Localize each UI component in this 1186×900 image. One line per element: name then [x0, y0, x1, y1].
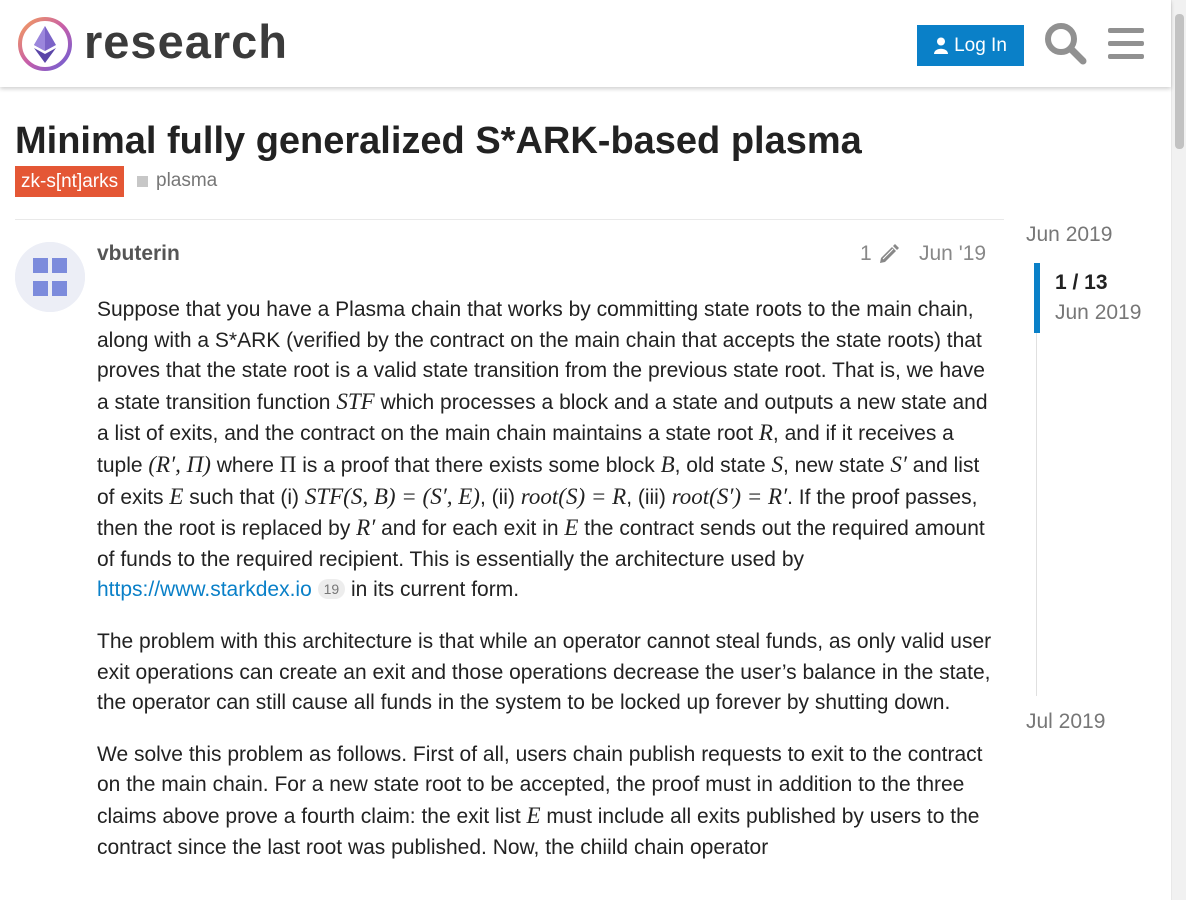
- math-expression: root(S′) = R′: [671, 483, 788, 509]
- math-expression: S: [771, 451, 784, 477]
- timeline-end-date[interactable]: Jul 2019: [1026, 709, 1105, 735]
- category-badge[interactable]: zk-s[nt]arks: [15, 166, 125, 197]
- site-logo-icon[interactable]: [15, 14, 75, 74]
- tag-label: plasma: [156, 170, 218, 191]
- post-paragraph: The problem with this architecture is th…: [97, 629, 992, 715]
- post-text: , (iii): [626, 485, 672, 509]
- avatar[interactable]: [15, 242, 85, 312]
- hamburger-menu-icon[interactable]: [1104, 20, 1148, 66]
- site-header: research Log In: [0, 0, 1171, 87]
- timeline-start-date[interactable]: Jun 2019: [1026, 222, 1112, 248]
- timeline-scroller-handle[interactable]: [1034, 263, 1040, 333]
- pencil-icon: [879, 244, 899, 263]
- page-scrollbar[interactable]: [1171, 0, 1186, 900]
- edit-count: 1: [860, 242, 872, 265]
- site-name[interactable]: research: [84, 14, 288, 70]
- post-paragraph: We solve this problem as follows. First …: [97, 740, 997, 863]
- math-expression: STF: [336, 388, 375, 414]
- post-date[interactable]: Jun '19: [919, 241, 986, 267]
- math-expression: S′: [890, 451, 907, 477]
- math-expression: STF(S, B) = (S′, E): [304, 483, 480, 509]
- post-paragraph: Suppose that you have a Plasma chain tha…: [97, 295, 997, 606]
- search-icon[interactable]: [1043, 20, 1087, 66]
- divider: [15, 219, 1004, 220]
- link-click-count: 19: [317, 579, 346, 600]
- math-expression: E: [564, 515, 579, 541]
- timeline-position: 1 / 13: [1055, 271, 1108, 294]
- post-body: Suppose that you have a Plasma chain tha…: [97, 295, 997, 884]
- post-text: where: [210, 453, 280, 477]
- post-text: , (ii): [479, 485, 521, 509]
- post-text: and for each exit in: [375, 517, 565, 541]
- math-expression: B: [660, 451, 675, 477]
- timeline-position-date: Jun 2019: [1055, 301, 1142, 324]
- math-expression: E: [526, 802, 541, 828]
- post-text: such that (i): [183, 485, 305, 509]
- tag-square-icon: [137, 175, 148, 187]
- starkdex-link[interactable]: https://www.starkdex.io: [97, 578, 312, 601]
- math-expression: root(S) = R: [520, 483, 627, 509]
- math-expression: Π: [279, 451, 297, 477]
- post-text: in its current form.: [345, 578, 520, 602]
- math-expression: R: [758, 420, 773, 446]
- math-expression: (R′, Π): [148, 451, 211, 477]
- post-text: is a proof that there exists some block: [296, 453, 661, 477]
- topic-tag[interactable]: plasma: [137, 168, 217, 194]
- login-button[interactable]: Log In: [917, 25, 1024, 66]
- post-author[interactable]: vbuterin: [97, 241, 180, 267]
- math-expression: R′: [356, 515, 376, 541]
- edit-history-button[interactable]: 1: [860, 241, 900, 267]
- post-text: , old state: [674, 453, 772, 477]
- post-text: , new state: [783, 453, 891, 477]
- scrollbar-thumb[interactable]: [1175, 14, 1184, 149]
- user-icon: [934, 37, 949, 54]
- math-expression: E: [169, 483, 184, 509]
- topic-title[interactable]: Minimal fully generalized S*ARK-based pl…: [15, 117, 862, 165]
- login-label: Log In: [954, 34, 1007, 56]
